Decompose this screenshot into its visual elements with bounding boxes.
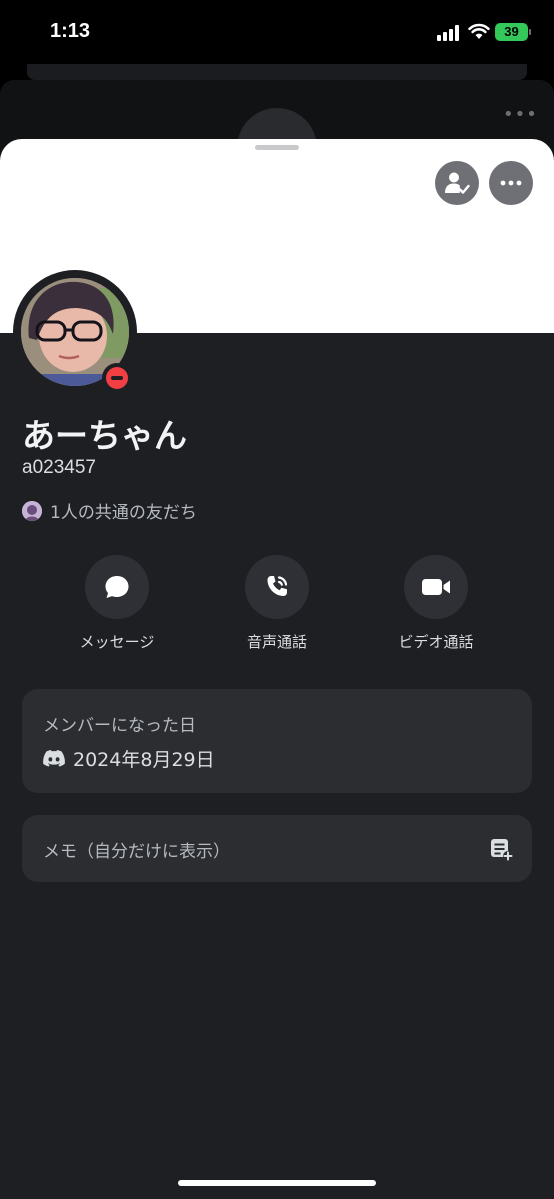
more-icon xyxy=(500,180,522,186)
mutual-friend-avatar xyxy=(22,500,42,521)
more-options-button[interactable] xyxy=(489,161,533,205)
voice-call-button-circle xyxy=(245,555,309,619)
memo-placeholder: メモ（自分だけに表示） xyxy=(43,842,230,862)
add-note-icon[interactable] xyxy=(489,837,513,861)
home-indicator[interactable] xyxy=(178,1180,376,1186)
username: a023457 xyxy=(22,457,96,478)
battery-level: 39 xyxy=(504,24,519,39)
member-since-row: 2024年8月29日 xyxy=(43,745,215,772)
mutual-friends-label: 1人の共通の友だち xyxy=(50,503,197,523)
wifi-icon xyxy=(468,23,490,39)
memo-field[interactable]: メモ（自分だけに表示） xyxy=(22,815,532,882)
cellular-signal-icon xyxy=(437,25,461,41)
status-bar: 1:13 39 xyxy=(0,0,554,66)
member-since-date: 2024年8月29日 xyxy=(73,749,215,771)
video-call-button[interactable]: ビデオ通話 xyxy=(376,555,496,652)
discord-logo-icon xyxy=(43,750,65,767)
status-time: 1:13 xyxy=(50,20,91,42)
display-name: あーちゃん xyxy=(22,416,187,455)
video-camera-icon xyxy=(422,579,450,595)
member-since-card: メンバーになった日 2024年8月29日 xyxy=(22,689,532,793)
message-button-circle xyxy=(85,555,149,619)
battery-tip xyxy=(529,29,531,35)
message-button[interactable]: メッセージ xyxy=(57,555,177,652)
video-call-button-circle xyxy=(404,555,468,619)
dnd-status-icon xyxy=(106,367,128,389)
profile-sheet: あーちゃん a023457 1人の共通の友だち メッセージ 音声通話 ビデオ通話… xyxy=(0,139,554,1199)
friend-check-icon xyxy=(445,172,470,194)
sheet-drag-handle[interactable] xyxy=(255,145,299,150)
member-since-title: メンバーになった日 xyxy=(43,716,196,736)
chat-bubble-icon xyxy=(105,576,129,598)
battery-indicator: 39 xyxy=(495,23,528,41)
message-label: メッセージ xyxy=(79,633,155,651)
voice-call-button[interactable]: 音声通話 xyxy=(217,555,337,652)
background-more-icon: ••• xyxy=(503,104,538,125)
voice-call-label: 音声通話 xyxy=(246,633,307,651)
phone-call-icon xyxy=(267,576,288,596)
background-card xyxy=(27,64,527,80)
mutual-friends-link[interactable]: 1人の共通の友だち xyxy=(22,498,197,523)
video-call-label: ビデオ通話 xyxy=(398,633,474,651)
friend-status-button[interactable] xyxy=(435,161,479,205)
